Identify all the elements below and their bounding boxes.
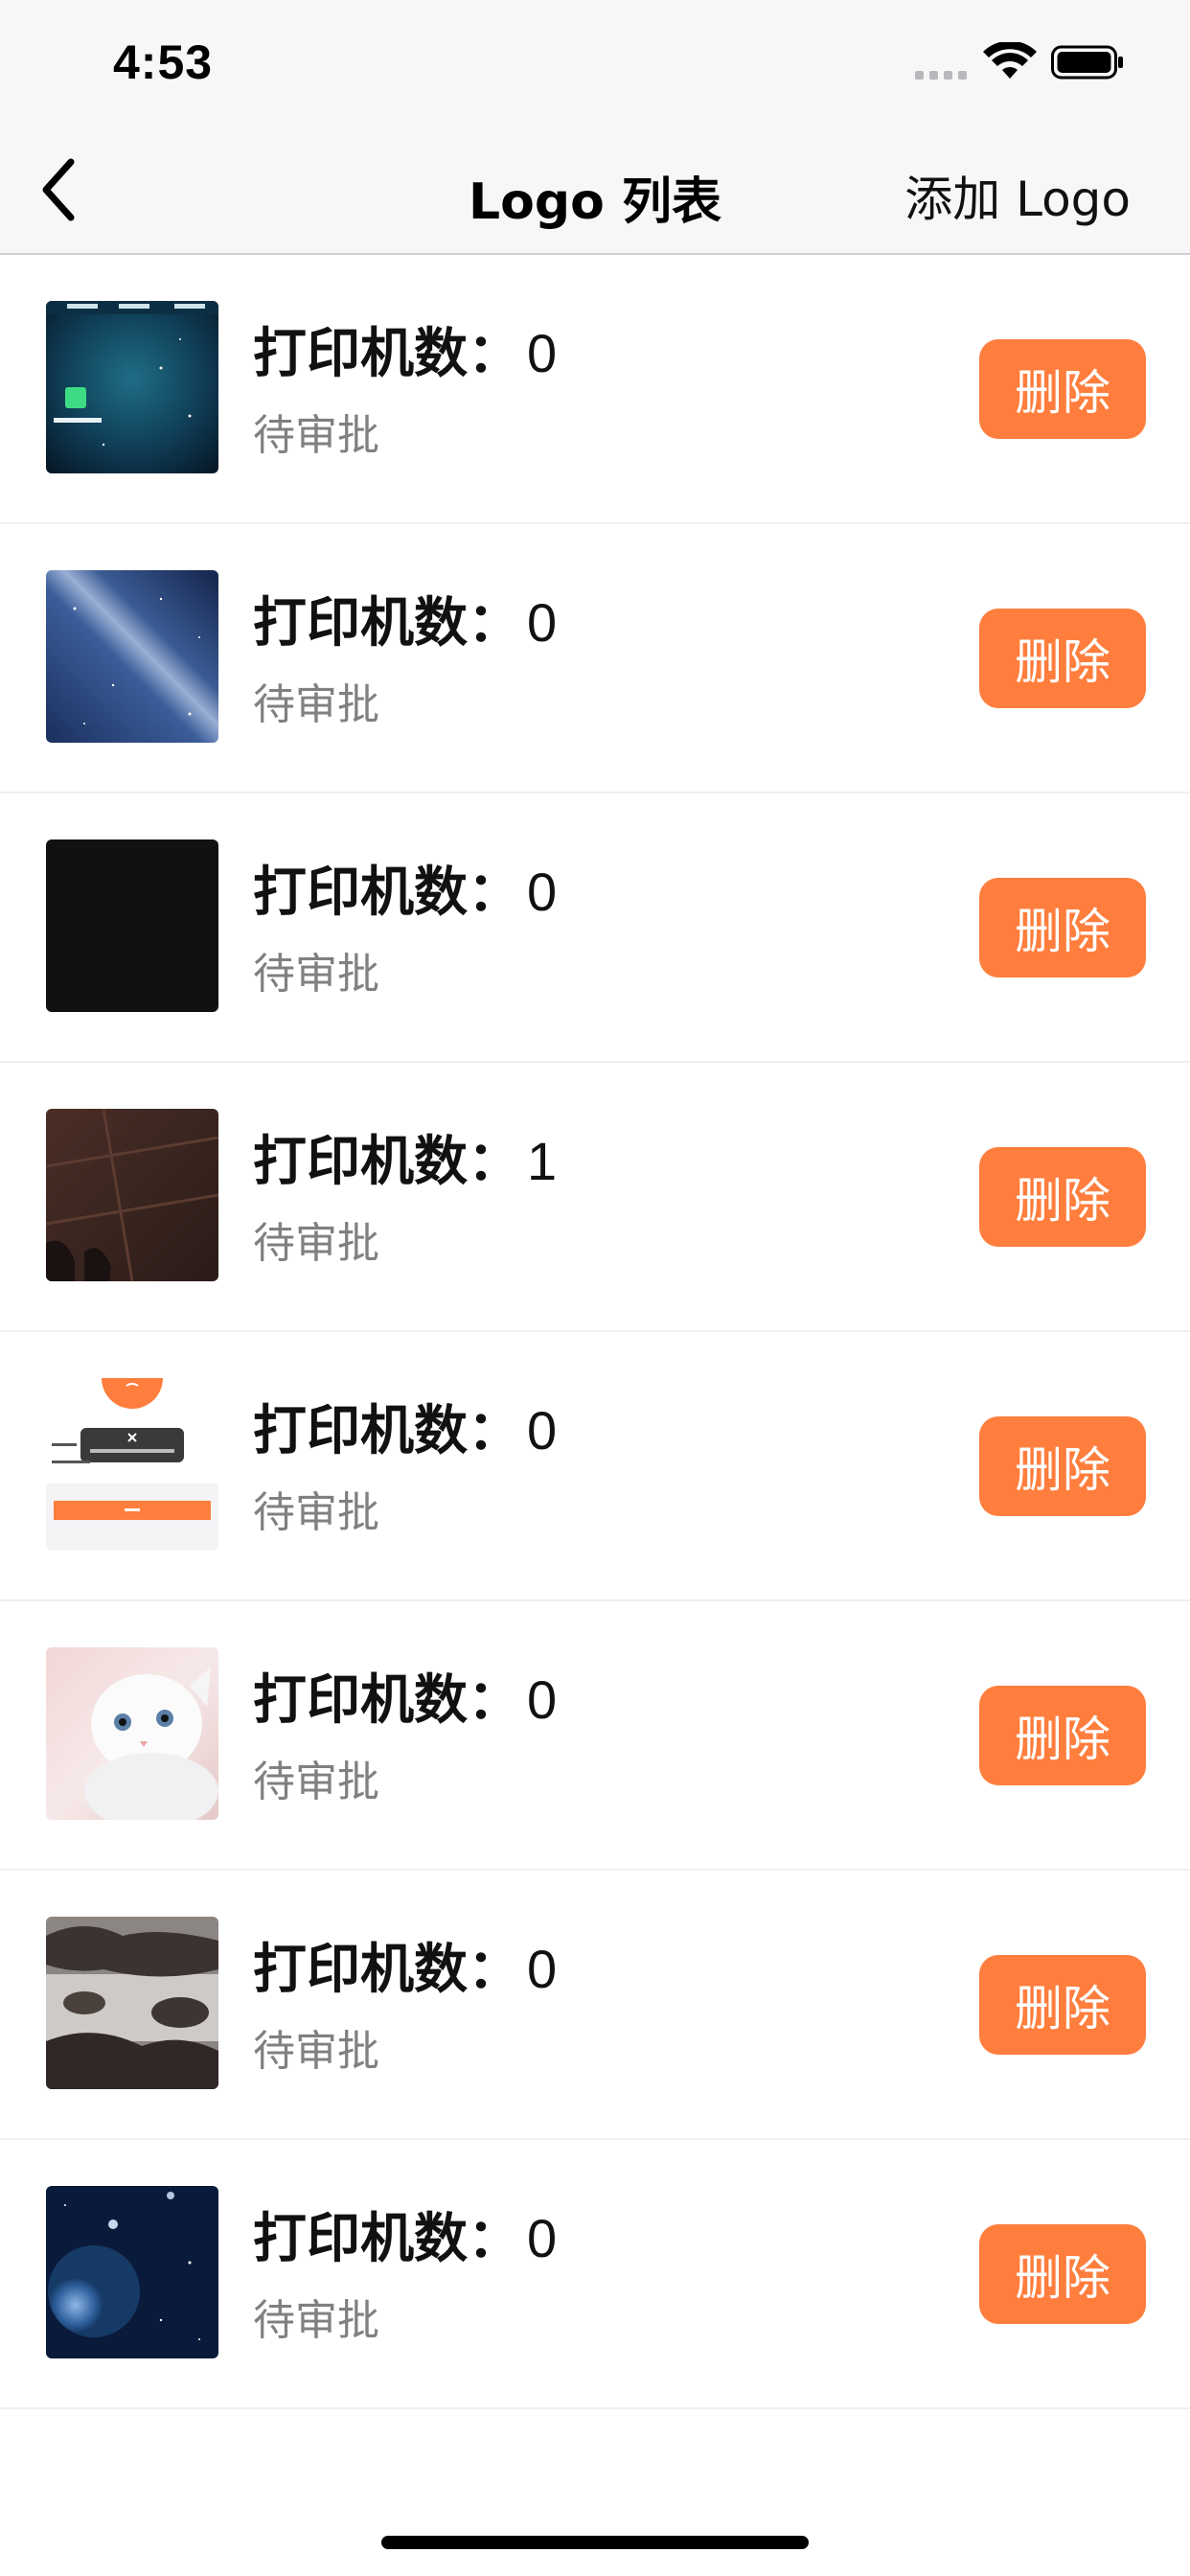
logo-list: 打印机数： 0 待审批 删除 打印机数： 0 待审批 删除 打印机数： 0 待审… (0, 255, 1190, 2409)
floor-feet-photo-thumbnail (46, 1109, 218, 1281)
approval-status: 待审批 (253, 1219, 379, 1268)
printer-count: 打印机数： 0 (253, 580, 557, 657)
add-logo-button[interactable]: 添加 Logo (904, 161, 1131, 230)
delete-button[interactable]: 删除 (979, 1416, 1146, 1516)
printer-count: 打印机数： 0 (253, 2196, 557, 2273)
delete-button[interactable]: 删除 (979, 1686, 1146, 1785)
list-item: 打印机数： 0 待审批 删除 (0, 1332, 1190, 1601)
delete-button[interactable]: 删除 (979, 609, 1146, 708)
android-app-screenshot-thumbnail (46, 301, 218, 473)
printer-count: 打印机数： 1 (253, 1118, 557, 1196)
list-item: 打印机数： 0 待审批 删除 (0, 794, 1190, 1063)
printer-count-label: 打印机数： (253, 1939, 521, 2001)
rocks-water-thumbnail (46, 1917, 218, 2089)
printer-count-label: 打印机数： (253, 1400, 521, 1462)
cellular-signal-icon (915, 71, 967, 80)
printer-count-value: 1 (527, 1131, 558, 1191)
printer-count: 打印机数： 0 (253, 310, 557, 388)
printer-count-value: 0 (527, 1400, 558, 1460)
list-item: 打印机数： 0 待审批 删除 (0, 1601, 1190, 1871)
printer-count: 打印机数： 0 (253, 1657, 557, 1735)
list-item: 打印机数： 0 待审批 删除 (0, 1871, 1190, 2140)
approval-status: 待审批 (253, 680, 379, 729)
printer-count-label: 打印机数： (253, 323, 521, 385)
printer-count-value: 0 (527, 323, 558, 383)
printer-count: 打印机数： 0 (253, 1388, 557, 1465)
home-indicator[interactable] (381, 2536, 809, 2549)
printer-count-label: 打印机数： (253, 2208, 521, 2270)
printer-count: 打印机数： 0 (253, 849, 557, 927)
printer-count-label: 打印机数： (253, 862, 521, 924)
top-bar: 4:53 Logo 列表 添加 Logo (0, 0, 1190, 255)
delete-button[interactable]: 删除 (979, 2224, 1146, 2324)
list-item: 打印机数： 0 待审批 删除 (0, 255, 1190, 524)
milky-way-thumbnail (46, 570, 218, 743)
approval-status: 待审批 (253, 1758, 379, 1806)
planet-space-thumbnail (46, 2186, 218, 2358)
printer-count-value: 0 (527, 1939, 558, 1999)
black-square-thumbnail (46, 840, 218, 1012)
app-dialog-screenshot-thumbnail (46, 1378, 218, 1551)
approval-status: 待审批 (253, 950, 379, 999)
approval-status: 待审批 (253, 1488, 379, 1537)
delete-button[interactable]: 删除 (979, 1147, 1146, 1247)
printer-count-label: 打印机数： (253, 592, 521, 655)
delete-button[interactable]: 删除 (979, 878, 1146, 978)
approval-status: 待审批 (253, 2027, 379, 2076)
printer-count-value: 0 (527, 592, 558, 653)
printer-count-value: 0 (527, 2208, 558, 2268)
white-kitten-thumbnail (46, 1647, 218, 1820)
printer-count-value: 0 (527, 862, 558, 922)
approval-status: 待审批 (253, 411, 379, 460)
delete-button[interactable]: 删除 (979, 1955, 1146, 2055)
list-item: 打印机数： 1 待审批 删除 (0, 1063, 1190, 1332)
status-time: 4:53 (113, 35, 214, 89)
printer-count-label: 打印机数： (253, 1131, 521, 1193)
printer-count-label: 打印机数： (253, 1669, 521, 1732)
list-item: 打印机数： 0 待审批 删除 (0, 524, 1190, 794)
battery-icon (1051, 45, 1123, 80)
printer-count-value: 0 (527, 1669, 558, 1730)
approval-status: 待审批 (253, 2296, 379, 2345)
printer-count: 打印机数： 0 (253, 1926, 557, 2004)
list-item: 打印机数： 0 待审批 删除 (0, 2140, 1190, 2409)
delete-button[interactable]: 删除 (979, 339, 1146, 439)
wifi-icon (983, 42, 1037, 79)
